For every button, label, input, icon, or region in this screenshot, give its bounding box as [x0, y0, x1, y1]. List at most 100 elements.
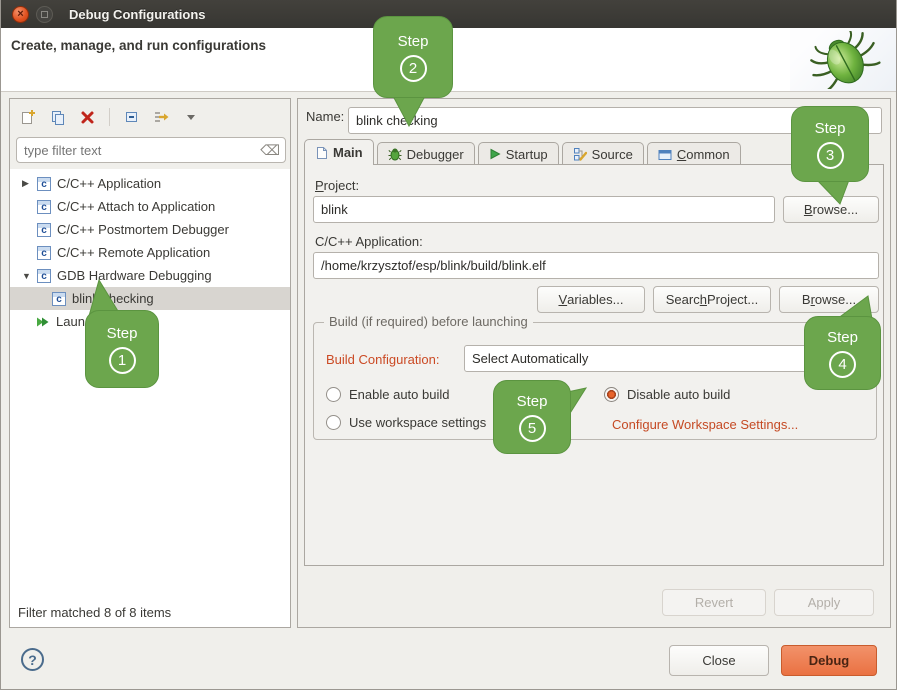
close-button[interactable]: Close [669, 645, 769, 676]
startup-tab-icon [489, 147, 501, 161]
tree-item-label: GDB Hardware Debugging [57, 268, 212, 283]
disable-auto-build-option[interactable]: Disable auto build [604, 387, 730, 402]
project-input[interactable] [313, 196, 775, 223]
build-group-title: Build (if required) before launching [324, 314, 533, 329]
step-label: Step [398, 33, 429, 50]
cpp-config-icon: c [37, 269, 51, 283]
use-workspace-settings-option[interactable]: Use workspace settings [326, 415, 486, 430]
radio-unselected-icon[interactable] [326, 387, 341, 402]
filter-icon [152, 108, 170, 126]
tab-startup[interactable]: Startup [478, 142, 559, 165]
step-label: Step [517, 393, 548, 410]
tab-label: Debugger [407, 147, 464, 162]
main-tab-icon [315, 146, 328, 160]
tab-main[interactable]: Main [304, 139, 374, 165]
new-configuration-icon [19, 108, 37, 126]
window-maximize-button[interactable] [36, 6, 53, 23]
tree-item-label: C/C++ Attach to Application [57, 199, 215, 214]
tab-label: Source [592, 147, 633, 162]
bug-icon [801, 31, 887, 89]
editor-tabbar: Main Debugger Startup [304, 139, 741, 165]
main-tab-content: Project: Browse... C/C++ Application: Va… [304, 164, 884, 566]
apply-button[interactable]: Apply [774, 589, 874, 616]
tab-source[interactable]: Source [562, 142, 644, 165]
filter-field-wrap: ⌫ [16, 137, 286, 163]
toolbar-separator [109, 108, 110, 126]
tree-item-cpp-postmortem[interactable]: c C/C++ Postmortem Debugger [10, 218, 290, 241]
filter-configurations-button[interactable] [149, 105, 173, 129]
cpp-config-icon: c [52, 292, 66, 306]
tree-item-label: C/C++ Remote Application [57, 245, 210, 260]
tab-label: Main [333, 145, 363, 160]
cpp-config-icon: c [37, 223, 51, 237]
browse-project-button[interactable]: Browse... [783, 196, 879, 223]
debug-button[interactable]: Debug [781, 645, 877, 676]
step-label: Step [827, 329, 858, 346]
window-title: Debug Configurations [69, 7, 206, 22]
help-button[interactable]: ? [21, 648, 44, 671]
tree-item-cpp-application[interactable]: ▶ c C/C++ Application [10, 172, 290, 195]
chevron-down-icon[interactable]: ▼ [22, 271, 34, 281]
step-number-badge: 5 [519, 415, 546, 442]
tab-label: Common [677, 147, 730, 162]
new-configuration-button[interactable] [16, 105, 40, 129]
step-2-callout: Step 2 [373, 16, 453, 98]
step-number-badge: 2 [400, 55, 427, 82]
collapse-all-icon [122, 108, 140, 126]
launch-group-icon [35, 315, 50, 329]
enable-auto-build-label: Enable auto build [349, 387, 449, 402]
cpp-config-icon: c [37, 200, 51, 214]
tree-item-gdb-hardware[interactable]: ▼ c GDB Hardware Debugging [10, 264, 290, 287]
chevron-down-icon [185, 111, 197, 123]
filter-input[interactable] [16, 137, 286, 163]
delete-configuration-icon [79, 108, 97, 126]
project-label: Project: [315, 178, 359, 193]
duplicate-configuration-button[interactable] [46, 105, 70, 129]
cpp-application-input[interactable] [313, 252, 879, 279]
configurations-toolbar: ⌫ [10, 99, 290, 169]
revert-button[interactable]: Revert [662, 589, 766, 616]
search-project-button[interactable]: Search Project... [653, 286, 771, 313]
configure-workspace-settings-link[interactable]: Configure Workspace Settings... [612, 417, 798, 432]
common-tab-icon [658, 148, 672, 161]
maximize-icon [41, 11, 48, 18]
step-number-badge: 4 [829, 351, 856, 378]
cpp-config-icon: c [37, 177, 51, 191]
banner-heading: Create, manage, and run configurations [11, 38, 266, 53]
window-close-button[interactable]: × [12, 6, 29, 23]
chevron-right-icon[interactable]: ▶ [22, 178, 34, 189]
source-tab-icon [573, 147, 587, 161]
step-5-callout: Step 5 [493, 380, 571, 454]
tree-item-cpp-remote[interactable]: c C/C++ Remote Application [10, 241, 290, 264]
clear-filter-icon[interactable]: ⌫ [260, 142, 280, 159]
radio-unselected-icon[interactable] [326, 415, 341, 430]
build-before-launch-group: Build (if required) before launching Bui… [313, 322, 877, 440]
tab-common[interactable]: Common [647, 142, 741, 165]
toolbar-menu-button[interactable] [179, 105, 203, 129]
browse-application-button[interactable]: Browse... [779, 286, 879, 313]
bug-image-box [790, 28, 897, 91]
tab-label: Startup [506, 147, 548, 162]
step-label: Step [107, 325, 138, 342]
build-configuration-label: Build Configuration: [326, 352, 439, 367]
variables-button[interactable]: Variables... [537, 286, 645, 313]
duplicate-configuration-icon [49, 108, 67, 126]
collapse-all-button[interactable] [119, 105, 143, 129]
tab-debugger[interactable]: Debugger [377, 142, 475, 165]
step-4-callout: Step 4 [804, 316, 881, 390]
tree-item-blink-checking[interactable]: c blink checking [10, 287, 290, 310]
build-configuration-value: Select Automatically [472, 351, 588, 366]
step-3-callout: Step 3 [791, 106, 869, 182]
radio-selected-icon[interactable] [604, 387, 619, 402]
delete-configuration-button[interactable] [76, 105, 100, 129]
use-workspace-settings-label: Use workspace settings [349, 415, 486, 430]
enable-auto-build-option[interactable]: Enable auto build [326, 387, 449, 402]
debug-configurations-dialog: × Debug Configurations Create, manage, a… [0, 0, 897, 690]
step-number-badge: 1 [109, 347, 136, 374]
cpp-config-icon: c [37, 246, 51, 260]
step-label: Step [815, 120, 846, 137]
name-label: Name: [306, 109, 344, 124]
tree-item-label: C/C++ Application [57, 176, 161, 191]
cpp-application-label: C/C++ Application: [315, 234, 423, 249]
tree-item-cpp-attach[interactable]: c C/C++ Attach to Application [10, 195, 290, 218]
